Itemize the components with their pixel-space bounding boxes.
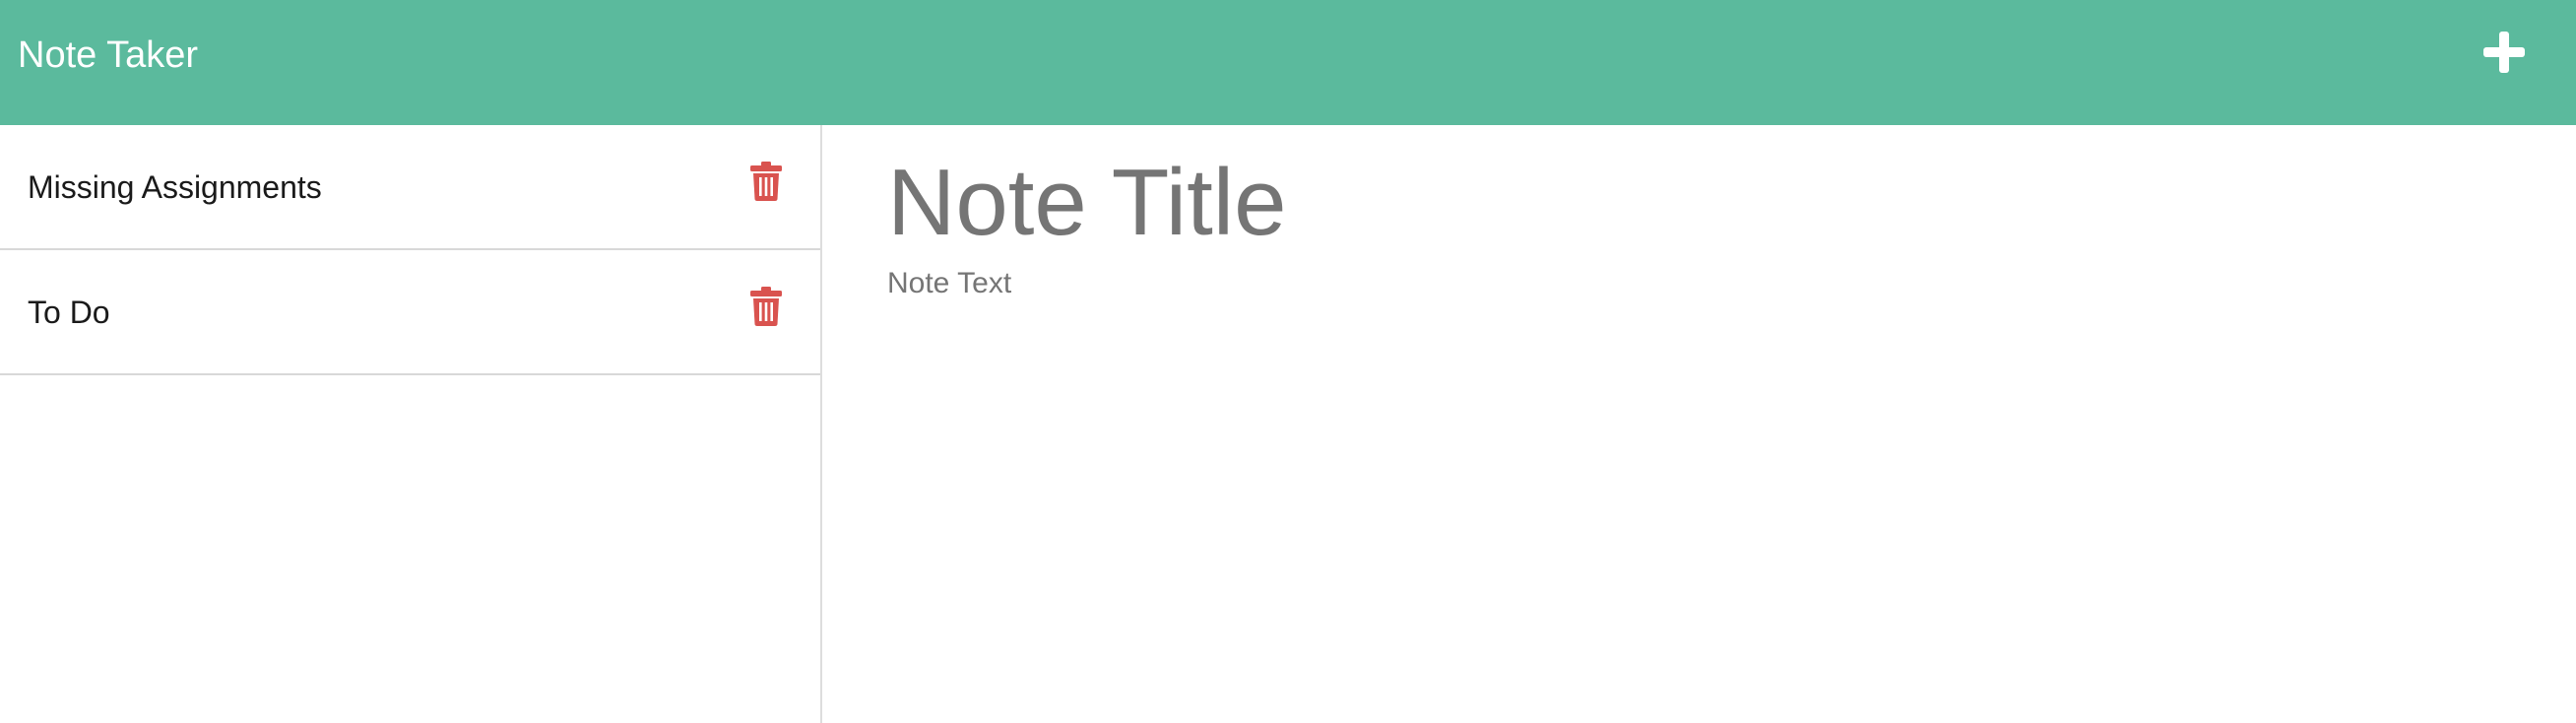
note-item-title[interactable]: Missing Assignments bbox=[28, 171, 322, 203]
trash-icon bbox=[750, 287, 782, 326]
note-editor bbox=[824, 125, 2576, 723]
note-item-title[interactable]: To Do bbox=[28, 296, 110, 328]
trash-icon bbox=[750, 162, 782, 201]
note-list-item[interactable]: To Do bbox=[0, 250, 820, 375]
note-title-input[interactable] bbox=[887, 149, 2463, 257]
new-note-button[interactable] bbox=[2479, 28, 2529, 77]
note-list-item[interactable]: Missing Assignments bbox=[0, 125, 820, 250]
note-list: Missing Assignments To Do bbox=[0, 125, 820, 375]
plus-icon bbox=[2483, 32, 2525, 73]
app-title[interactable]: Note Taker bbox=[18, 36, 198, 74]
navbar: Note Taker bbox=[0, 0, 2576, 125]
note-list-sidebar: Missing Assignments To Do bbox=[0, 125, 822, 723]
delete-note-button[interactable] bbox=[750, 162, 782, 201]
delete-note-button[interactable] bbox=[750, 287, 782, 326]
note-text-input[interactable] bbox=[887, 267, 2463, 661]
